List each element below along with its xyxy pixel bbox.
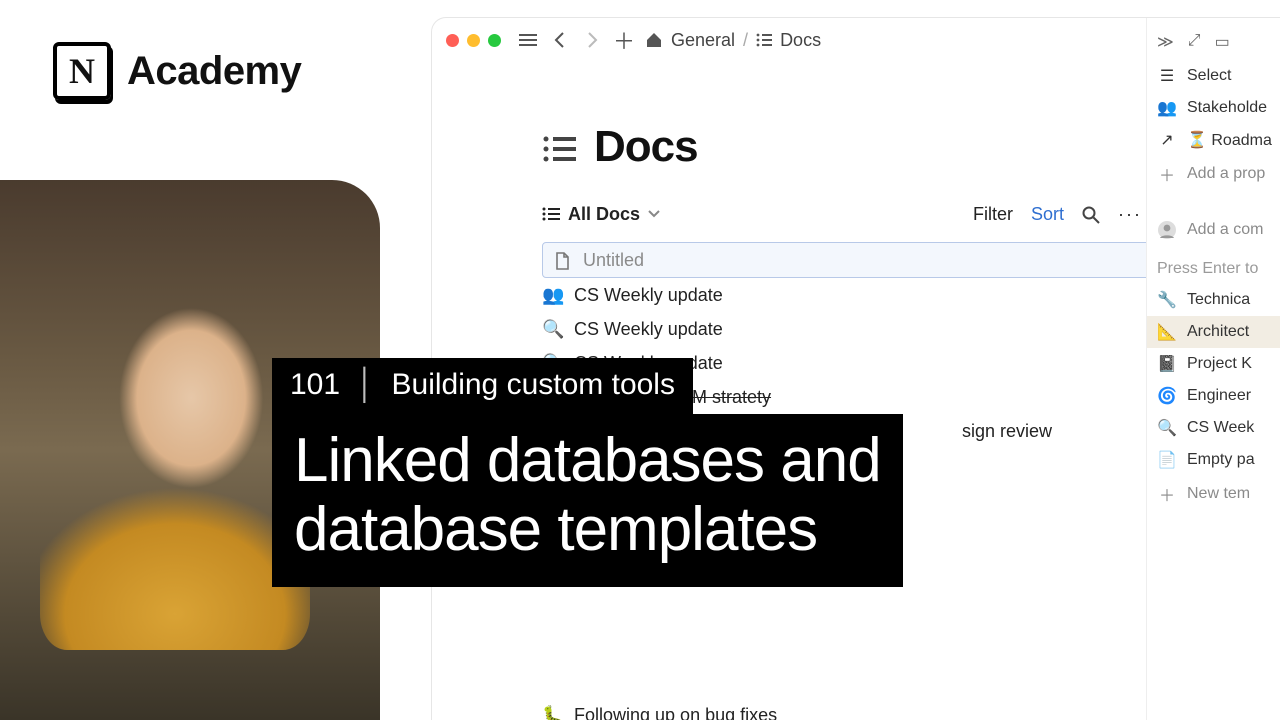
template-item[interactable]: 🔧 Technica (1147, 284, 1280, 316)
arrow-icon: ↗ (1157, 130, 1177, 150)
page-title-text: Docs (594, 122, 698, 172)
breadcrumb-separator: / (743, 30, 748, 51)
people-icon: 👥 (1157, 98, 1177, 118)
search-icon[interactable] (1082, 204, 1100, 225)
breadcrumb-page[interactable]: Docs (780, 30, 821, 51)
page-title-icon (542, 122, 576, 172)
more-icon[interactable]: ··· (1118, 204, 1142, 225)
comment-label: Add a com (1187, 221, 1263, 239)
triangle-icon: 📐 (1157, 322, 1177, 342)
window-zoom-icon[interactable] (488, 34, 501, 47)
template-label: Empty pa (1187, 451, 1255, 469)
plus-icon: ＋ (1157, 482, 1177, 506)
template-item[interactable]: 📄 Empty pa (1147, 444, 1280, 476)
view-select-label: All Docs (568, 204, 640, 225)
notebook-icon: 📓 (1157, 354, 1177, 374)
logo-icon: N (53, 42, 111, 100)
list-item-label: Following up on bug fixes (574, 705, 777, 720)
property-stakeholder[interactable]: 👥 Stakeholde (1147, 92, 1280, 124)
list-icon: ☰ (1157, 66, 1177, 86)
course-code: 101 (290, 368, 340, 401)
sort-button[interactable]: Sort (1031, 204, 1064, 225)
add-comment[interactable]: Add a com (1147, 214, 1280, 246)
template-label: New tem (1187, 485, 1250, 503)
list-item-label: sign review (962, 421, 1052, 442)
avatar-icon (1157, 220, 1177, 240)
template-item[interactable]: 🔍 CS Week (1147, 412, 1280, 444)
template-item[interactable]: 🌀 Engineer (1147, 380, 1280, 412)
expand-icon[interactable]: ⤢ (1188, 32, 1201, 52)
window-traffic-lights[interactable] (446, 34, 501, 47)
template-label: Technica (1187, 291, 1250, 309)
list-item-label: CS Weekly update (574, 285, 723, 306)
lesson-title-line2: database templates (294, 495, 881, 564)
template-item[interactable]: 📐 Architect (1147, 316, 1280, 348)
property-label: Stakeholde (1187, 99, 1267, 117)
property-label: ⏳ Roadma (1187, 130, 1272, 150)
window-close-icon[interactable] (446, 34, 459, 47)
page-icon: 📄 (1157, 450, 1177, 470)
property-label: Select (1187, 67, 1231, 85)
people-icon: 👥 (542, 285, 564, 306)
hint-text: Press Enter to (1147, 246, 1280, 284)
wrench-icon: 🔧 (1157, 290, 1177, 310)
template-label: Architect (1187, 323, 1249, 341)
nav-back-icon[interactable] (549, 32, 571, 48)
template-item[interactable]: 📓 Project K (1147, 348, 1280, 380)
panel-icon[interactable]: ▭ (1215, 32, 1230, 52)
template-label: Project K (1187, 355, 1252, 373)
template-label: CS Week (1187, 419, 1254, 437)
spiral-icon: 🌀 (1157, 386, 1177, 406)
sidebar-toggle-icon[interactable] (517, 33, 539, 47)
nav-forward-icon[interactable] (581, 32, 603, 48)
property-select[interactable]: ☰ Select (1147, 60, 1280, 92)
filter-button[interactable]: Filter (973, 204, 1013, 225)
chevron-down-icon (648, 210, 660, 218)
search-icon: 🔍 (1157, 418, 1177, 438)
view-select[interactable]: All Docs (542, 204, 660, 225)
academy-label: Academy (127, 49, 301, 94)
breadcrumb[interactable]: General / Docs (645, 30, 821, 51)
course-name: Building custom tools (392, 368, 675, 401)
course-line: 101 │ Building custom tools (272, 358, 693, 414)
academy-header: N Academy (53, 42, 301, 100)
window-minimize-icon[interactable] (467, 34, 480, 47)
lesson-title: Linked databases and database templates (272, 414, 903, 587)
template-label: Engineer (1187, 387, 1251, 405)
bug-icon: 🐛 (542, 705, 564, 720)
new-template[interactable]: ＋ New tem (1147, 476, 1280, 512)
search-icon: 🔍 (542, 319, 564, 340)
separator: │ (356, 368, 375, 401)
list-icon (756, 33, 772, 47)
title-overlay: 101 │ Building custom tools Linked datab… (272, 358, 903, 587)
add-property[interactable]: ＋ Add a prop (1147, 156, 1280, 192)
breadcrumb-root[interactable]: General (671, 30, 735, 51)
lesson-title-line1: Linked databases and (294, 426, 881, 495)
list-item-label: CS Weekly update (574, 319, 723, 340)
side-panel: ≫ ⤢ ▭ ☰ Select 👥 Stakeholde ↗ ⏳ Roadma ＋… (1146, 18, 1280, 720)
property-roadmap[interactable]: ↗ ⏳ Roadma (1147, 124, 1280, 156)
page-icon (551, 250, 573, 271)
new-page-icon[interactable]: ＋ (613, 24, 635, 56)
home-icon (645, 32, 663, 48)
property-label: Add a prop (1187, 165, 1265, 183)
plus-icon: ＋ (1157, 162, 1177, 186)
collapse-icon[interactable]: ≫ (1157, 32, 1174, 52)
list-item-label: Untitled (583, 250, 644, 271)
